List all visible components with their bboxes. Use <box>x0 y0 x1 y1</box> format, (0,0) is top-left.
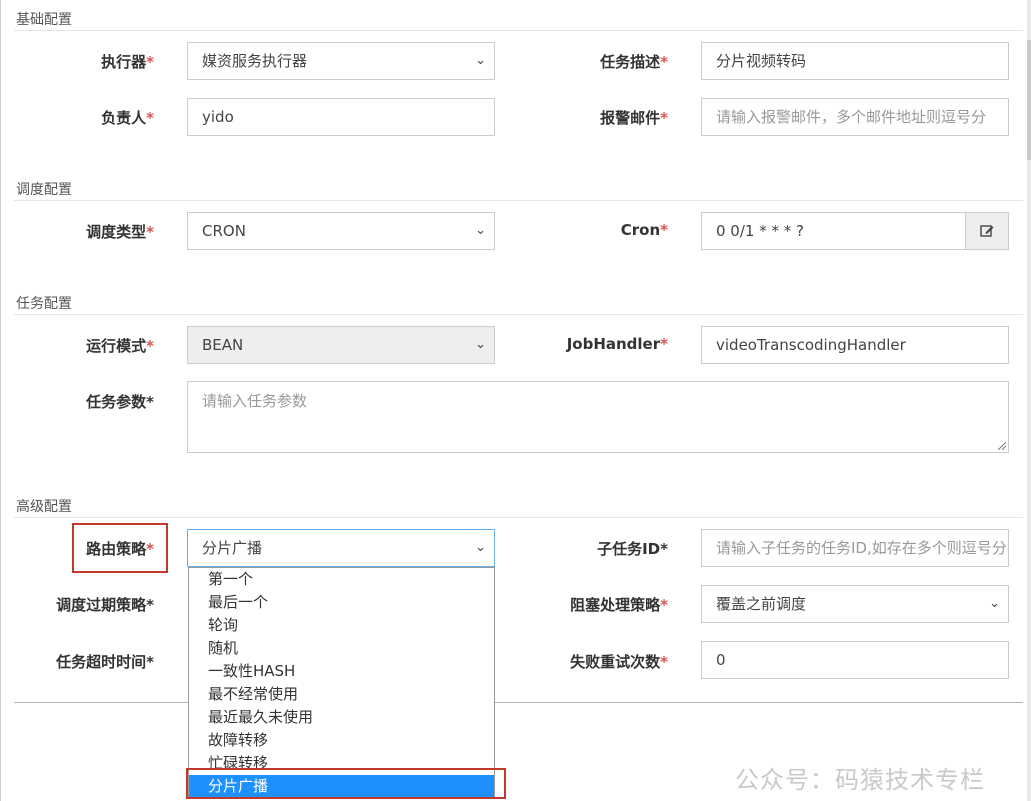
alarm-email-label: 报警邮件* <box>600 109 668 127</box>
executor-label: 执行器* <box>101 53 154 71</box>
scrollbar[interactable] <box>1027 0 1031 801</box>
edit-icon <box>980 225 994 237</box>
section-divider <box>14 30 1023 31</box>
dropdown-option[interactable]: 最不经常使用 <box>189 683 494 706</box>
dropdown-option[interactable]: 第一个 <box>189 568 494 591</box>
owner-label: 负责人* <box>101 109 154 127</box>
run-mode-select[interactable]: BEAN ⌄ <box>187 326 495 364</box>
highlight-box-route-label <box>72 523 168 573</box>
dropdown-option[interactable]: 最近最久未使用 <box>189 706 494 729</box>
route-strategy-dropdown[interactable]: 第一个 最后一个 轮询 随机 一致性HASH 最不经常使用 最近最久未使用 故障转移 忙碌转移分… <box>188 567 495 798</box>
section-divider <box>14 200 1023 201</box>
section-divider <box>14 314 1023 315</box>
section-divider <box>14 517 1023 518</box>
chevron-down-icon: ⌄ <box>475 53 486 68</box>
task-desc-label: 任务描述* <box>600 53 668 71</box>
retry-count-input[interactable]: 0 <box>701 641 1009 679</box>
task-params-label: 任务参数* <box>86 393 154 411</box>
section-title-schedule: 调度配置 <box>16 182 72 198</box>
executor-select[interactable]: 媒资服务执行器 ⌄ <box>187 42 495 80</box>
schedule-type-select[interactable]: CRON ⌄ <box>187 212 495 250</box>
task-params-textarea[interactable]: 请输入任务参数 <box>187 381 1009 453</box>
dropdown-option[interactable]: 随机 <box>189 637 494 660</box>
dropdown-option[interactable]: 故障转移 <box>189 729 494 752</box>
task-desc-input[interactable]: 分片视频转码 <box>701 42 1009 80</box>
cron-edit-button[interactable] <box>965 212 1009 250</box>
misfire-strategy-label: 调度过期策略* <box>56 596 154 614</box>
job-handler-label: JobHandler* <box>566 335 668 353</box>
chevron-down-icon: ⌄ <box>475 540 486 555</box>
timeout-label: 任务超时时间* <box>56 653 154 671</box>
retry-count-label: 失败重试次数* <box>570 653 668 671</box>
cron-input[interactable]: 0 0/1 * * * ? <box>701 212 966 250</box>
child-task-id-input[interactable]: 请输入子任务的任务ID,如存在多个则逗号分隔 <box>701 529 1009 567</box>
cron-label: Cron* <box>620 221 668 239</box>
window-left-border <box>0 0 1 801</box>
section-title-task: 任务配置 <box>16 296 72 312</box>
dropdown-option[interactable]: 一致性HASH <box>189 660 494 683</box>
alarm-email-input[interactable]: 请输入报警邮件，多个邮件地址则逗号分 <box>701 98 1009 136</box>
schedule-type-label: 调度类型* <box>86 223 154 241</box>
route-strategy-select[interactable]: 分片广播 ⌄ <box>187 529 495 567</box>
run-mode-label: 运行模式* <box>86 337 154 355</box>
child-task-id-label: 子任务ID* <box>597 540 668 558</box>
owner-input[interactable]: yido <box>187 98 495 136</box>
section-title-advanced: 高级配置 <box>16 499 72 515</box>
job-handler-input[interactable]: videoTranscodingHandler <box>701 326 1009 364</box>
watermark: 公众号：码猿技术专栏 <box>735 766 985 794</box>
section-title-basic: 基础配置 <box>16 12 72 28</box>
dropdown-option[interactable]: 轮询 <box>189 614 494 637</box>
block-strategy-label: 阻塞处理策略* <box>570 596 668 614</box>
dropdown-option[interactable]: 最后一个 <box>189 591 494 614</box>
scrollbar-thumb[interactable] <box>1027 40 1031 160</box>
resize-handle-icon[interactable] <box>998 442 1006 450</box>
block-strategy-select[interactable]: 覆盖之前调度 ⌄ <box>701 585 1009 623</box>
chevron-down-icon: ⌄ <box>989 596 1000 611</box>
highlight-box-selected-option <box>186 768 506 799</box>
chevron-down-icon: ⌄ <box>475 337 486 352</box>
chevron-down-icon: ⌄ <box>475 223 486 238</box>
form-footer-divider <box>14 702 1023 703</box>
